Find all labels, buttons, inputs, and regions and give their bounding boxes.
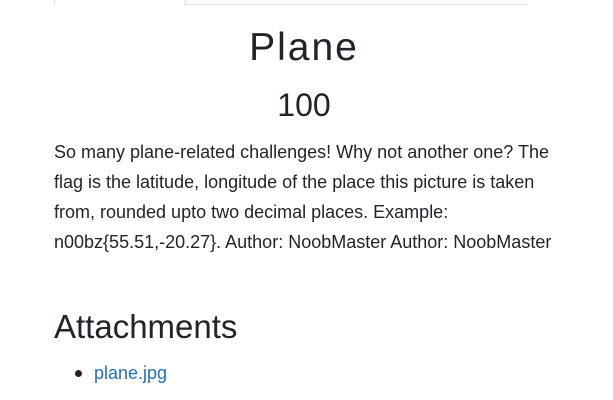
challenge-name: Plane <box>249 26 359 69</box>
list-item: plane.jpg <box>54 359 167 387</box>
tab-divider <box>184 4 528 5</box>
challenge-description: So many plane-related challenges! Why no… <box>54 142 552 252</box>
tab-challenge[interactable] <box>54 0 186 4</box>
challenge-modal-body: Plane 100 So many plane-related challeng… <box>0 0 613 400</box>
attachment-link[interactable]: plane.jpg <box>94 363 167 383</box>
challenge-value: 100 <box>277 87 331 123</box>
bullet-icon <box>75 370 82 377</box>
tab-strip <box>54 0 528 5</box>
attachments-heading: Attachments <box>54 308 238 345</box>
attachments-list: plane.jpg <box>54 359 167 387</box>
